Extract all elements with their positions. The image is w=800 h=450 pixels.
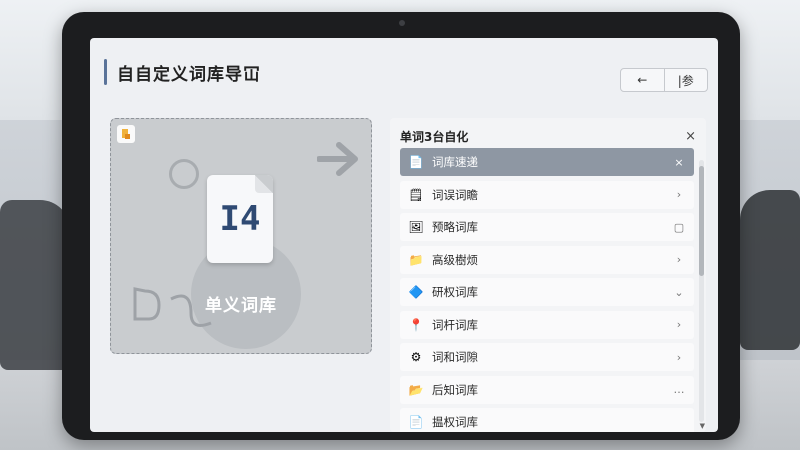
file-glyph: I4 bbox=[219, 199, 261, 239]
list-item-label: 揾权词库 bbox=[432, 415, 478, 429]
dictionary-list-panel: 单词3台自化 × 📄 词库速递 × 🗒 词误词瞻 › 🖼 预略词库 ▢ 📁 高级樹烦 › 🔷 研权词库 ⌄ 📍… bbox=[390, 118, 706, 432]
close-icon[interactable]: × bbox=[685, 129, 696, 144]
camera-icon bbox=[399, 20, 405, 26]
drop-zone-label: 单义词库 bbox=[205, 296, 277, 316]
tablet-device: 自自定义词库导冚 ← |参 I4 单义词库 单词3台自化 × 📄 词库速递 × … bbox=[62, 12, 740, 440]
list-item-action-icon[interactable]: › bbox=[672, 351, 686, 364]
list-item[interactable]: 🖼 预略词库 ▢ bbox=[400, 213, 694, 241]
open-folder-icon: 📂 bbox=[408, 382, 424, 397]
shapes-icon: 🔷 bbox=[408, 285, 424, 299]
page-header: 自自定义词库导冚 bbox=[104, 58, 261, 86]
list-item[interactable]: ⚙ 词和词隙 › bbox=[400, 343, 694, 371]
file-text-icon: 🗒 bbox=[408, 187, 424, 202]
nav-button-group: ← |参 bbox=[620, 68, 708, 92]
list-item-label: 高级樹烦 bbox=[432, 252, 478, 267]
nav-action-button[interactable]: |参 bbox=[663, 69, 708, 91]
list-item-label: 研权词库 bbox=[432, 285, 478, 299]
list-panel-header: 单词3台自化 × bbox=[400, 126, 696, 146]
list-item[interactable]: 🔷 研权词库 ⌄ bbox=[400, 278, 694, 306]
list-item-label: 词杆词库 bbox=[432, 317, 478, 332]
list-item-action-icon[interactable]: × bbox=[672, 156, 686, 169]
list-item[interactable]: 📂 后知词库 … bbox=[400, 375, 694, 404]
pin-icon: 📍 bbox=[408, 317, 424, 332]
list-item-label: 后知词库 bbox=[432, 382, 478, 397]
background-chair-right bbox=[740, 190, 800, 350]
list-item[interactable]: 📄 揾权词库 bbox=[400, 408, 694, 432]
scrollbar[interactable] bbox=[699, 160, 704, 422]
app-screen: 自自定义词库导冚 ← |参 I4 单义词库 单词3台自化 × 📄 词库速递 × … bbox=[90, 38, 718, 432]
list-item-action-icon[interactable]: ▢ bbox=[672, 221, 686, 234]
file-drop-zone[interactable]: I4 单义词库 bbox=[110, 118, 372, 354]
document-icon: 📄 bbox=[408, 415, 424, 429]
list-item-action-icon[interactable]: › bbox=[672, 318, 686, 331]
list-item-label: 词误词瞻 bbox=[432, 187, 478, 202]
back-button[interactable]: ← bbox=[621, 69, 664, 91]
list-item-label: 预略词库 bbox=[432, 220, 478, 234]
list-item[interactable]: 📍 词杆词库 › bbox=[400, 310, 694, 339]
folder-icon: 📁 bbox=[408, 252, 424, 267]
list-item[interactable]: 📁 高级樹烦 › bbox=[400, 245, 694, 274]
background-chair-left bbox=[0, 200, 70, 370]
dictionary-list: 📄 词库速递 × 🗒 词误词瞻 › 🖼 预略词库 ▢ 📁 高级樹烦 › 🔷 研权词库 ⌄ 📍 词杆词库 › ⚙ 词和词… bbox=[400, 148, 694, 432]
document-icon: 📄 bbox=[408, 155, 424, 169]
list-item-action-icon[interactable]: ⌄ bbox=[672, 286, 686, 299]
title-accent-bar bbox=[104, 59, 107, 85]
page-title: 自自定义词库导冚 bbox=[117, 64, 261, 85]
presentation-icon: 🖼 bbox=[408, 220, 424, 234]
list-item-label: 词库速递 bbox=[432, 155, 478, 169]
dictionary-file-icon: I4 bbox=[207, 175, 273, 263]
list-item-action-icon[interactable]: › bbox=[672, 188, 686, 201]
list-item-action-icon[interactable]: › bbox=[672, 253, 686, 266]
list-item[interactable]: 🗒 词误词瞻 › bbox=[400, 180, 694, 209]
decorative-circle bbox=[169, 159, 199, 189]
arrow-right-icon bbox=[317, 142, 358, 176]
list-item-label: 词和词隙 bbox=[432, 350, 478, 364]
scroll-down-icon[interactable]: ▼ bbox=[700, 422, 705, 430]
list-item[interactable]: 📄 词库速递 × bbox=[400, 148, 694, 176]
list-panel-title: 单词3台自化 bbox=[400, 129, 469, 144]
gear-icon: ⚙ bbox=[410, 350, 422, 364]
list-item-action-icon[interactable]: … bbox=[672, 383, 686, 396]
import-badge-icon bbox=[117, 125, 135, 143]
scrollbar-thumb[interactable] bbox=[699, 166, 704, 276]
